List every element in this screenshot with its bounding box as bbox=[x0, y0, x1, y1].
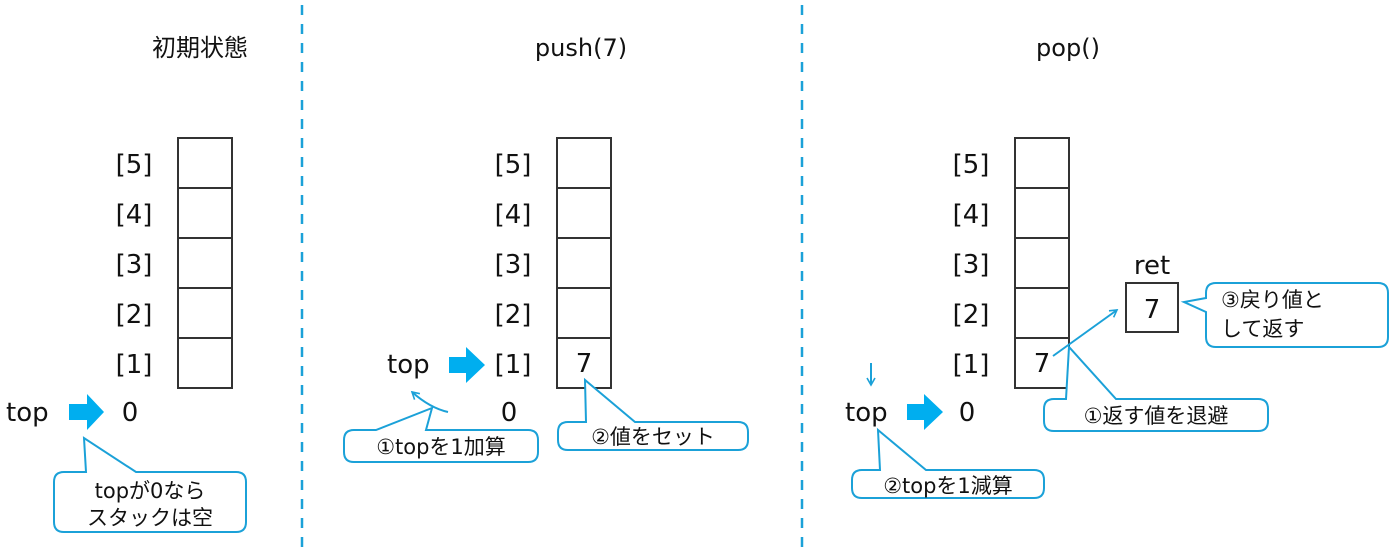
callout-text: ②値をセット bbox=[591, 425, 715, 449]
stack-cell bbox=[177, 337, 233, 389]
stack-cell bbox=[1014, 287, 1070, 339]
index-label: [5] bbox=[953, 150, 990, 180]
stack-cell bbox=[556, 287, 612, 339]
index-label: [3] bbox=[495, 250, 532, 280]
stack-cell bbox=[177, 187, 233, 239]
stack-array bbox=[177, 137, 233, 389]
callout-text: ③戻り値と bbox=[1221, 288, 1324, 312]
index-label: [2] bbox=[495, 300, 532, 330]
ret-value: 7 bbox=[1144, 295, 1161, 325]
index-label: [2] bbox=[116, 300, 153, 330]
index-label: [5] bbox=[116, 150, 153, 180]
callout-text: スタックは空 bbox=[87, 506, 213, 530]
pointer-arrow-icon bbox=[69, 394, 104, 430]
top-label: top bbox=[6, 398, 49, 428]
cell-value: 7 bbox=[1034, 349, 1051, 379]
index-label: [4] bbox=[953, 200, 990, 230]
top-value: 0 bbox=[959, 398, 976, 428]
callout-text: して返す bbox=[1221, 317, 1304, 341]
index-label: [1] bbox=[495, 350, 532, 380]
pointer-arrow-icon bbox=[449, 347, 485, 383]
stack-cell bbox=[177, 237, 233, 289]
top-label: top bbox=[845, 398, 888, 428]
index-label: [3] bbox=[953, 250, 990, 280]
stack-diagram: 初期状態 [5] [4] [3] [2] [1] top 0 topが0なら ス… bbox=[6, 5, 1389, 552]
top-value: 0 bbox=[122, 398, 139, 428]
stack-cell bbox=[556, 237, 612, 289]
panel-pop: pop() 7 [5] [4] [3] [2] [1] ret 7 top 0 … bbox=[845, 34, 1389, 499]
stack-cell bbox=[1014, 187, 1070, 239]
callout-text: topが0なら bbox=[95, 479, 206, 503]
callout-text: ②topを1減算 bbox=[883, 474, 1013, 498]
index-label: [4] bbox=[116, 200, 153, 230]
callout-text: ①topを1加算 bbox=[376, 435, 506, 459]
stack-cell bbox=[177, 137, 233, 189]
pointer-arrow-icon bbox=[907, 394, 943, 430]
stack-cell bbox=[177, 287, 233, 339]
callout-text: ①返す値を退避 bbox=[1084, 404, 1229, 428]
index-label: [2] bbox=[953, 300, 990, 330]
stack-cell bbox=[1014, 137, 1070, 189]
panel-title: push(7) bbox=[535, 34, 627, 62]
panel-initial: 初期状態 [5] [4] [3] [2] [1] top 0 topが0なら ス… bbox=[6, 34, 248, 533]
index-label: [4] bbox=[495, 200, 532, 230]
panel-title: 初期状態 bbox=[152, 34, 248, 62]
index-label: [5] bbox=[495, 150, 532, 180]
index-label: [1] bbox=[116, 350, 153, 380]
panel-push: push(7) 7 [5] [4] [3] [2] [1] top 0 ①top… bbox=[343, 34, 749, 463]
ret-label: ret bbox=[1134, 251, 1170, 281]
stack-cell bbox=[556, 137, 612, 189]
panel-title: pop() bbox=[1036, 34, 1100, 62]
index-label: [1] bbox=[953, 350, 990, 380]
top-label: top bbox=[387, 350, 430, 380]
stack-cell bbox=[556, 187, 612, 239]
old-top-value: 0 bbox=[501, 398, 518, 428]
cell-value: 7 bbox=[576, 349, 593, 379]
stack-cell bbox=[1014, 237, 1070, 289]
index-label: [3] bbox=[116, 250, 153, 280]
